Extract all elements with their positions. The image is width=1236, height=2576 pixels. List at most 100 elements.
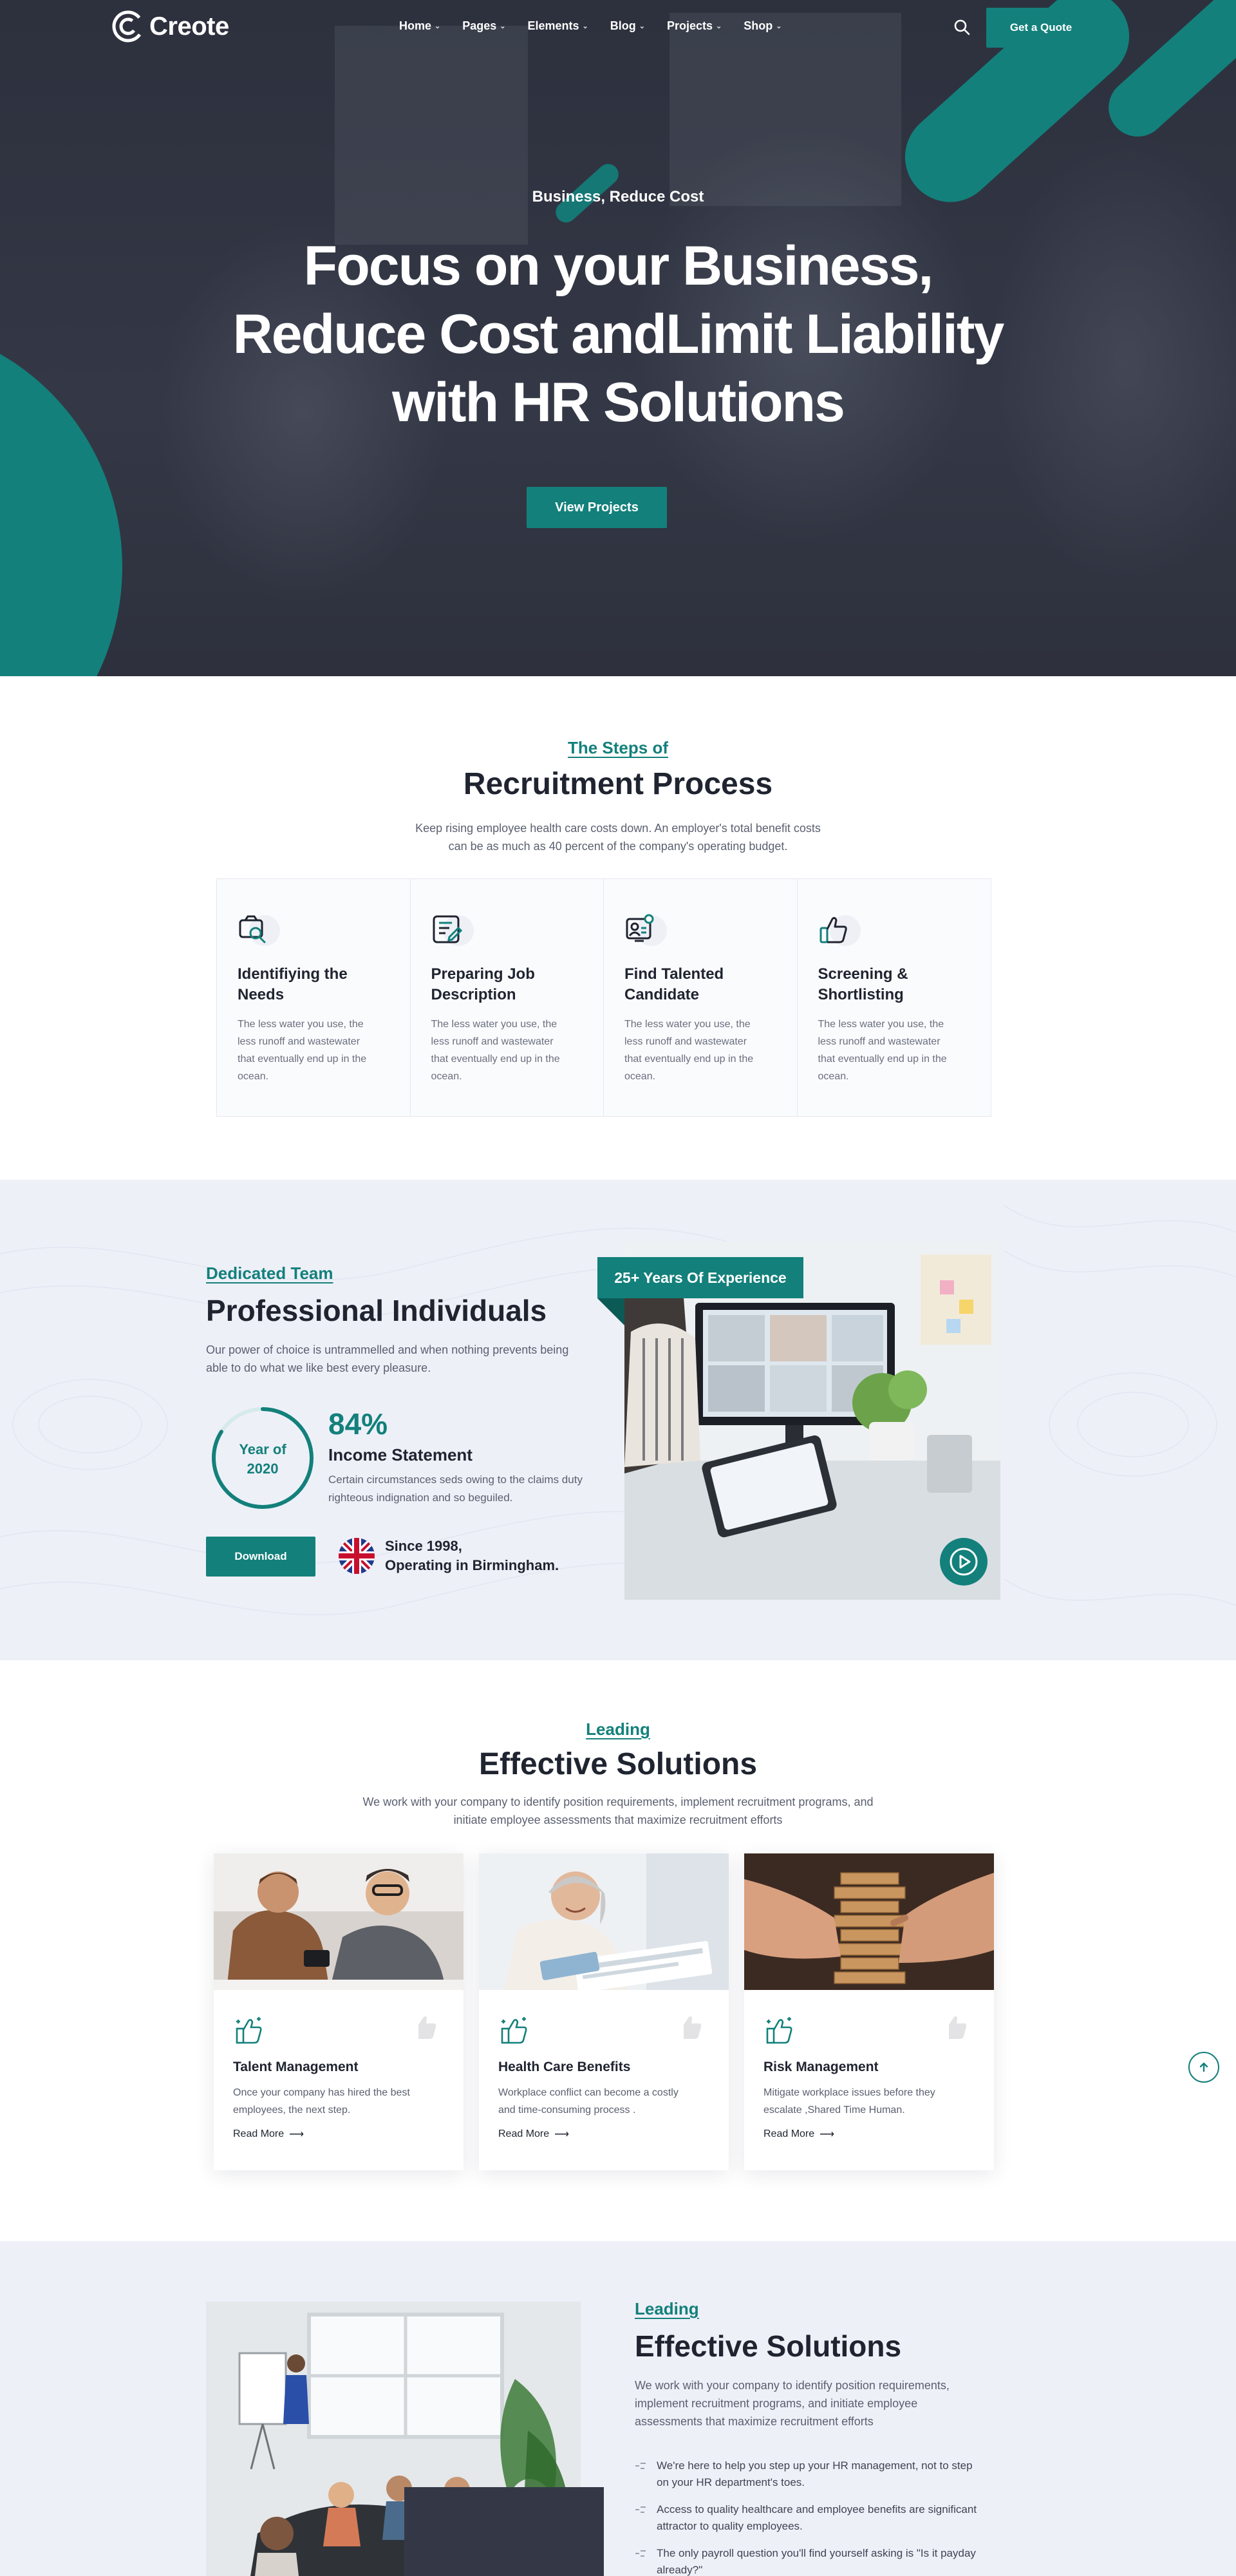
detail-title: Effective Solutions [635, 2329, 902, 2363]
contour-background [0, 1205, 1236, 1615]
menu-item-pages[interactable]: Pages ⌄ [462, 19, 505, 33]
detail-description: We work with your company to identify po… [635, 2379, 950, 2428]
menu-item-label: Shop [744, 19, 773, 32]
solutions-description: We work with your company to identify po… [362, 1795, 874, 1826]
chevron-down-icon: ⌄ [582, 23, 588, 30]
logo-text: Creote [149, 12, 229, 41]
card-ghost-icon [680, 2014, 703, 2040]
solutions-kicker: Leading [586, 1719, 650, 1739]
photo-accent-block [404, 2487, 604, 2576]
recruitment-description: Keep rising employee health care costs d… [360, 819, 876, 855]
bullet-icon [635, 2461, 646, 2470]
job-description-icon [431, 914, 474, 947]
view-projects-button[interactable]: View Projects [527, 487, 667, 528]
solutions-title: Effective Solutions [478, 1747, 758, 1781]
menu-item-label: Blog [610, 19, 636, 32]
stat-value: 84% [328, 1407, 388, 1441]
card-image [744, 1853, 994, 1990]
menu-item-elements[interactable]: Elements ⌄ [528, 19, 588, 33]
hero-title-line: Reduce Cost andLimit Liability [232, 303, 1005, 365]
detail-kicker: Leading [635, 2299, 699, 2318]
solution-card[interactable]: Health Care Benefits Workplace conflict … [479, 1853, 729, 2170]
hero-title: Focus on your Business, Reduce Cost andL… [167, 232, 1069, 437]
step-text: The less water you use, the less runoff a… [818, 1019, 947, 1082]
ideas-icon [763, 2014, 797, 2048]
list-item-text: We're here to help you step up your HR m… [657, 2459, 973, 2488]
search-icon[interactable] [953, 18, 971, 36]
play-video-button[interactable] [940, 1538, 988, 1586]
step-title: Identifiying the Needs [238, 965, 348, 1003]
step-title: Preparing Job Description [431, 965, 535, 1003]
site-logo[interactable]: Creote [111, 9, 229, 44]
list-item: We're here to help you step up your HR m… [635, 2458, 1021, 2491]
since-text: Since 1998, Operating in Birmingham. [385, 1538, 559, 1573]
hero-kicker: Business, Reduce Cost [532, 188, 704, 205]
arrow-right-icon: ⟶ [289, 2129, 304, 2140]
thumbs-up-icon [818, 914, 861, 947]
arrow-up-icon [1199, 2062, 1208, 2072]
card-text: Once your company has hired the best empl… [233, 2087, 410, 2116]
stat-description: Certain circumstances seds owing to the … [328, 1473, 583, 1504]
solutions-detail-section: Leading Effective Solutions We work with… [0, 2241, 1236, 2576]
step-text: The less water you use, the less runoff a… [431, 1019, 560, 1082]
read-more-link[interactable]: Read More ⟶ [763, 2128, 834, 2141]
read-more-link[interactable]: Read More ⟶ [498, 2128, 569, 2141]
menu-item-label: Elements [527, 19, 579, 32]
hero-section: Creote Home ⌄ Pages ⌄ Elements ⌄ Blog ⌄ Proj… [0, 0, 1236, 676]
site-header: Creote Home ⌄ Pages ⌄ Elements ⌄ Blog ⌄ Proj… [0, 0, 1236, 54]
arrow-right-icon: ⟶ [819, 2129, 835, 2140]
hero-background-window [335, 26, 528, 245]
play-icon [950, 1548, 978, 1576]
team-kicker: Dedicated Team [206, 1264, 333, 1283]
step-title: Find Talented Candidate [624, 965, 724, 1003]
card-ghost-icon [945, 2014, 968, 2040]
logo-icon [111, 9, 145, 44]
menu-item-shop[interactable]: Shop ⌄ [744, 19, 782, 33]
recruitment-title: Recruitment Process [463, 767, 773, 801]
menu-item-label: Pages [462, 19, 497, 32]
list-item-text: Access to quality healthcare and employe… [657, 2503, 977, 2532]
menu-item-label: Projects [666, 19, 713, 32]
description-line: Keep rising employee health care costs d… [415, 822, 821, 835]
scroll-to-top-button[interactable] [1188, 2052, 1219, 2083]
solutions-cards: Talent Management Once your company has … [214, 1853, 994, 2170]
search-icon [238, 914, 280, 947]
progress-ring-label: Year of 2020 [239, 1441, 286, 1477]
card-image [479, 1853, 729, 1990]
card-title: Talent Management [233, 2060, 359, 2074]
stat-title: Income Statement [328, 1445, 473, 1464]
uk-flag-icon [339, 1538, 375, 1574]
step-card: Identifiying the Needs The less water you… [217, 879, 411, 1116]
step-text: The less water you use, the less runoff a… [238, 1019, 367, 1082]
list-item: Access to quality healthcare and employe… [635, 2501, 1021, 2535]
step-title: Screening & Shortlisting [818, 965, 908, 1003]
chevron-down-icon: ⌄ [435, 23, 441, 30]
list-item-text: The only payroll question you'll find yo… [657, 2547, 976, 2576]
team-section: Dedicated Team Professional Individuals … [0, 1180, 1236, 1660]
menu-item-home[interactable]: Home ⌄ [399, 19, 440, 33]
card-title: Health Care Benefits [498, 2060, 631, 2074]
menu-item-projects[interactable]: Projects ⌄ [667, 19, 722, 33]
step-card: Find Talented Candidate The less water yo… [604, 879, 798, 1116]
read-more-link[interactable]: Read More ⟶ [233, 2128, 304, 2141]
candidate-icon [624, 914, 667, 947]
solution-card[interactable]: Talent Management Once your company has … [214, 1853, 464, 2170]
chevron-down-icon: ⌄ [639, 23, 645, 30]
step-card: Screening & Shortlisting The less water y… [798, 879, 991, 1116]
description-line: can be as much as 40 percent of the comp… [448, 840, 788, 853]
card-title: Risk Management [763, 2060, 879, 2074]
team-description: Our power of choice is untrammelled and … [206, 1343, 569, 1374]
card-image [214, 1853, 464, 1990]
chevron-down-icon: ⌄ [716, 23, 722, 30]
steps-grid: Identifiying the Needs The less water you… [216, 878, 991, 1117]
experience-badge: 25+ Years Of Experience [597, 1257, 803, 1298]
solution-card[interactable]: Risk Management Mitigate workplace issue… [744, 1853, 994, 2170]
bullet-icon [635, 2505, 646, 2514]
menu-item-blog[interactable]: Blog ⌄ [610, 19, 645, 33]
download-button[interactable]: Download [206, 1537, 315, 1577]
get-quote-button[interactable]: Get a Quote [986, 8, 1096, 48]
ideas-icon [233, 2014, 267, 2048]
hero-title-line: with HR Solutions [392, 372, 845, 433]
bullet-icon [635, 2549, 646, 2558]
list-item: The only payroll question you'll find yo… [635, 2545, 1021, 2576]
